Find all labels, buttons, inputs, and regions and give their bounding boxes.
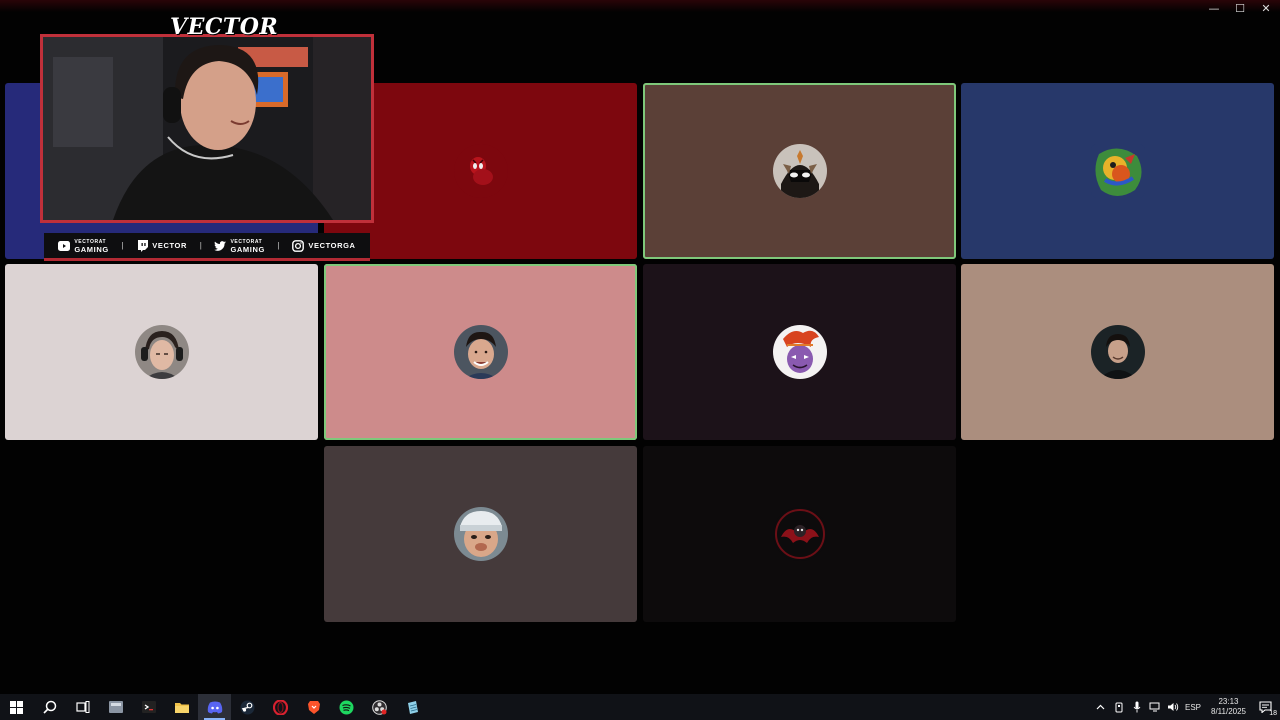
usb-icon[interactable]	[1113, 700, 1125, 714]
minimize-button[interactable]: —	[1208, 2, 1220, 15]
steam-icon[interactable]	[231, 694, 264, 720]
maximize-button[interactable]: ☐	[1234, 2, 1246, 15]
social-instagram-line1: VECTORGA	[308, 241, 356, 250]
participant-tile-6[interactable]	[324, 264, 637, 440]
top-glow	[0, 0, 1280, 12]
windows-taskbar: ESP 23:13 8/11/2025 18	[0, 694, 1280, 720]
obs-icon[interactable]	[363, 694, 396, 720]
participant-tile-7[interactable]	[643, 264, 956, 440]
participant-tile-8[interactable]	[961, 264, 1274, 440]
windows-start-icon[interactable]	[0, 694, 33, 720]
cartoon-character-avatar	[772, 325, 827, 379]
social-youtube-line2: GAMING	[74, 244, 109, 254]
youtube-icon	[58, 240, 71, 252]
notification-center-icon[interactable]: 18	[1256, 698, 1277, 717]
clock-date: 8/11/2025	[1211, 707, 1246, 716]
spider-avatar	[453, 144, 508, 198]
language-indicator[interactable]: ESP	[1185, 703, 1201, 712]
close-button[interactable]: ✕	[1260, 2, 1272, 15]
colorful-art-avatar	[1090, 144, 1145, 198]
chevron-up-icon[interactable]	[1095, 700, 1107, 714]
webcam-feed	[40, 34, 374, 223]
opera-icon[interactable]	[264, 694, 297, 720]
social-twitch-line1: VECTOR	[152, 241, 187, 250]
twitch-icon	[136, 239, 148, 252]
file-explorer-icon[interactable]	[165, 694, 198, 720]
participant-tile-5[interactable]	[5, 264, 318, 440]
smiling-man-avatar	[453, 325, 508, 379]
separator: |	[199, 241, 202, 250]
participant-tile-10[interactable]	[643, 446, 956, 622]
masked-hero-avatar	[772, 144, 827, 198]
participant-tile-9[interactable]	[324, 446, 637, 622]
clock[interactable]: 23:13 8/11/2025	[1211, 697, 1246, 717]
social-twitter: VECTORAT GAMING	[214, 239, 264, 253]
cap-person-avatar	[453, 507, 508, 561]
spotify-icon[interactable]	[330, 694, 363, 720]
network-icon[interactable]	[1149, 700, 1161, 714]
discord-call-screen: — ☐ ✕ VECTOR VECTORAT GAMING | VECTOR | …	[0, 0, 1280, 720]
clock-time: 23:13	[1218, 697, 1239, 706]
participant-tile-4[interactable]	[961, 83, 1274, 259]
file-app-icon[interactable]	[99, 694, 132, 720]
speaker-icon[interactable]	[1167, 700, 1179, 714]
social-twitch: VECTOR	[136, 239, 187, 252]
notepad-icon[interactable]	[396, 694, 429, 720]
red-emblem-avatar	[772, 507, 827, 561]
headphones-person-avatar	[134, 325, 189, 379]
participant-tile-3[interactable]	[643, 83, 956, 259]
notification-count: 18	[1269, 710, 1277, 717]
task-view-icon[interactable]	[66, 694, 99, 720]
social-bar: VECTORAT GAMING | VECTOR | VECTORAT GAMI…	[44, 233, 370, 261]
social-twitter-line2: GAMING	[230, 244, 265, 254]
window-controls: — ☐ ✕	[1208, 2, 1272, 15]
stream-overlay: VECTOR VECTORAT GAMING | VECTOR | VECTOR…	[40, 14, 374, 262]
social-instagram: VECTORGA	[292, 239, 356, 252]
social-youtube: VECTORAT GAMING	[58, 239, 108, 253]
brave-icon[interactable]	[297, 694, 330, 720]
dark-hair-man-avatar	[1090, 325, 1145, 379]
discord-icon[interactable]	[198, 694, 231, 720]
search-icon[interactable]	[33, 694, 66, 720]
vector-logo: VECTOR	[170, 14, 279, 40]
microphone-icon[interactable]	[1131, 700, 1143, 714]
separator: |	[277, 241, 280, 250]
twitter-icon	[214, 240, 227, 252]
terminal-app-icon[interactable]	[132, 694, 165, 720]
system-tray: ESP 23:13 8/11/2025 18	[1095, 694, 1280, 720]
instagram-icon	[292, 239, 305, 252]
separator: |	[121, 241, 124, 250]
